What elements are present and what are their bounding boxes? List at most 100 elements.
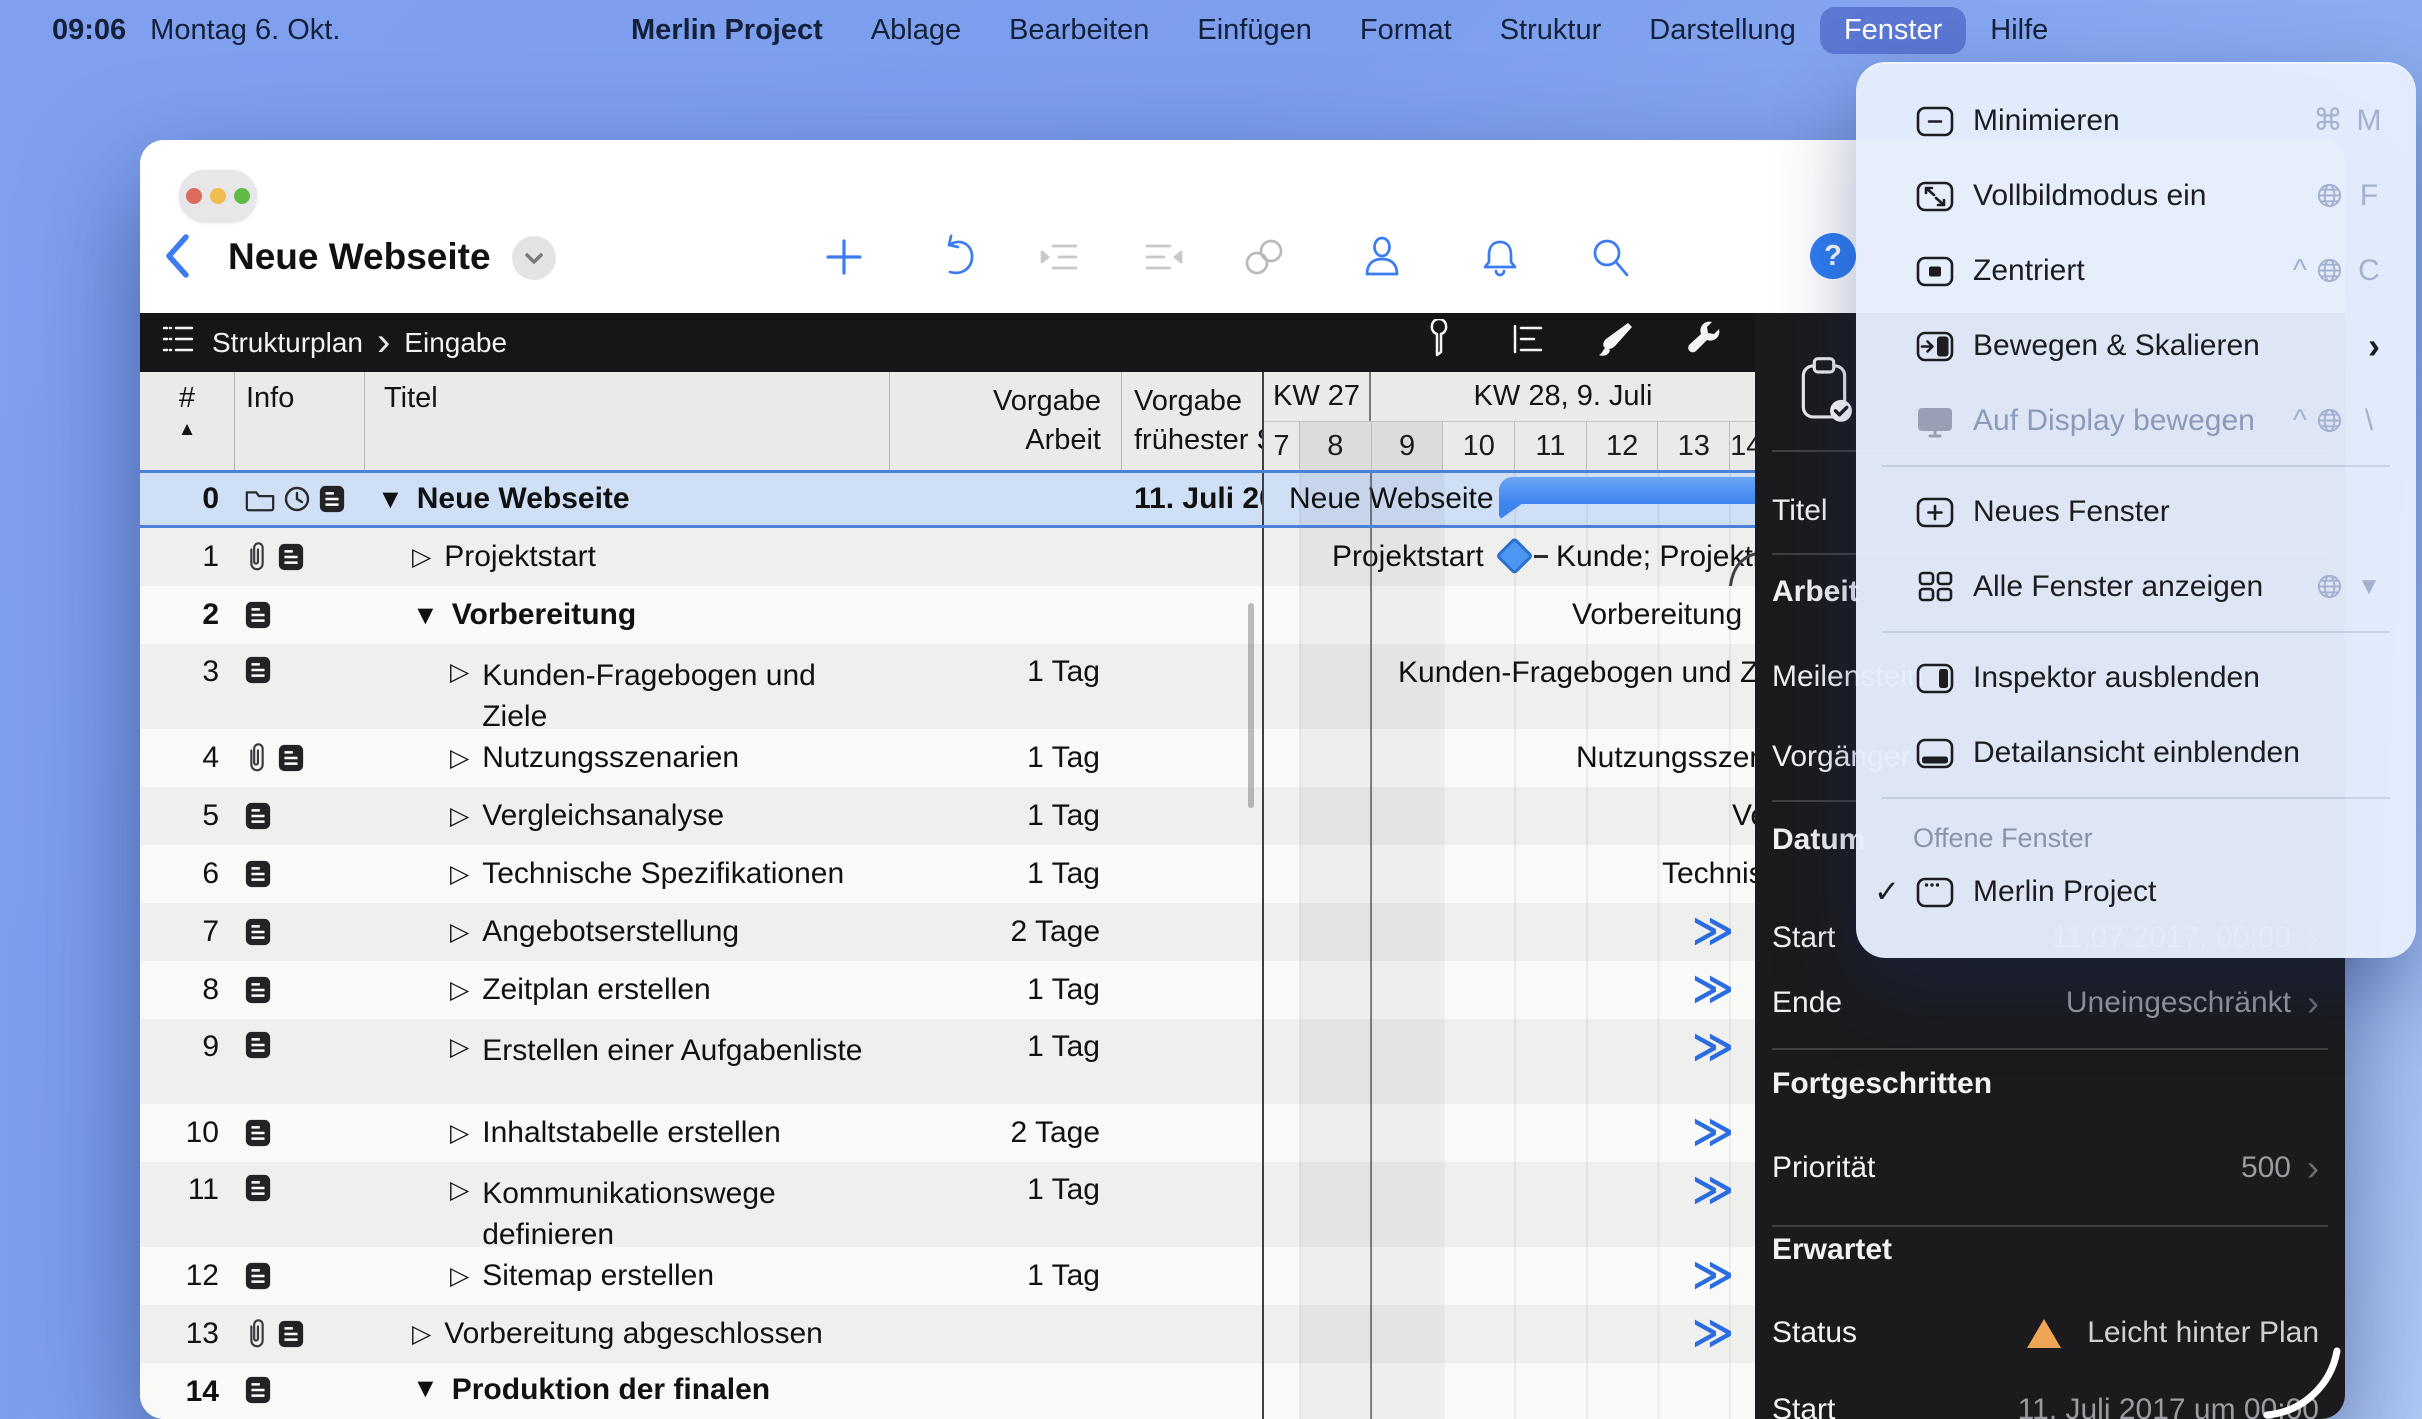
view-options-button[interactable] [1507, 319, 1547, 366]
page-curl-control[interactable] [2257, 1343, 2343, 1419]
help-button[interactable]: ? [1810, 233, 1856, 279]
gantt-offscreen-right-icon[interactable]: ≫ [1692, 1024, 1734, 1070]
resources-button[interactable] [1358, 233, 1406, 281]
menu-item-minimieren[interactable]: Minimieren ⌘M [1856, 83, 2416, 158]
column-header-number[interactable]: # ▲ [140, 372, 235, 470]
disclosure-expanded-icon[interactable]: ▼ [377, 484, 404, 515]
menu-struktur[interactable]: Struktur [1476, 7, 1626, 54]
row-title: Zeitplan erstellen [482, 973, 710, 1007]
column-header-title[interactable]: Titel [365, 372, 890, 470]
search-button[interactable] [1586, 233, 1634, 281]
note-icon [244, 1030, 272, 1060]
disclosure-collapsed-icon[interactable]: ▷ [450, 917, 469, 947]
table-row-projektstart[interactable]: 1 ▷ Projektstart Projektstart Kunde; Pro… [140, 528, 1755, 586]
disclosure-collapsed-icon[interactable]: ▷ [450, 859, 469, 889]
table-row-sitemap[interactable]: 12 ▷ Sitemap erstellen 1 Tag ≫ [140, 1247, 1755, 1305]
style-button[interactable] [1595, 319, 1635, 366]
menu-fenster[interactable]: Fenster [1820, 7, 1966, 54]
filter-button[interactable] [1419, 319, 1459, 366]
back-icon[interactable] [162, 232, 192, 285]
notifications-button[interactable] [1476, 233, 1524, 281]
disclosure-collapsed-icon[interactable]: ▷ [450, 743, 469, 773]
table-row-produktion[interactable]: 14 ▼ Produktion der finalen [140, 1363, 1755, 1419]
link-tasks-button[interactable] [1240, 233, 1288, 281]
view-options-icon [1507, 319, 1547, 359]
inspector-row-ende[interactable]: Ende Uneingeschränkt › [1772, 973, 2319, 1033]
menu-hilfe[interactable]: Hilfe [1966, 7, 2072, 54]
add-item-button[interactable] [820, 233, 868, 281]
menu-item-zentriert[interactable]: Zentriert ^ C [1856, 233, 2416, 308]
settings-button[interactable] [1683, 319, 1723, 366]
chevron-down-icon [527, 255, 541, 262]
menu-item-merlin-project-window[interactable]: ✓ Merlin Project [1856, 854, 2416, 929]
table-scrollbar-thumb[interactable] [1248, 603, 1254, 808]
menu-item-inspektor-ausblenden[interactable]: Inspektor ausblenden [1856, 640, 2416, 715]
menu-darstellung[interactable]: Darstellung [1625, 7, 1820, 54]
menu-ablage[interactable]: Ablage [847, 7, 985, 54]
menu-format[interactable]: Format [1336, 7, 1476, 54]
gantt-offscreen-right-icon[interactable]: ≫ [1692, 1167, 1734, 1213]
gantt-milestone-diamond[interactable] [1495, 537, 1533, 575]
menu-item-detailansicht-einblenden[interactable]: Detailansicht einblenden [1856, 715, 2416, 790]
table-row-vergleichsanalyse[interactable]: 5 ▷ Vergleichsanalyse 1 Tag Vergleichsan… [140, 787, 1755, 845]
gantt-offscreen-right-icon[interactable]: ≫ [1692, 1310, 1734, 1356]
indent-button[interactable] [1140, 233, 1188, 281]
inspector-row-start-expected[interactable]: Start 11. Juli 2017 um 00:00 [1772, 1380, 2319, 1419]
table-row-vorbereitung-abgeschlossen[interactable]: 13 ▷ Vorbereitung abgeschlossen ≫ [140, 1305, 1755, 1363]
disclosure-collapsed-icon[interactable]: ▷ [450, 975, 469, 1005]
table-row-aufgabenliste[interactable]: 9 ▷ Erstellen einer Aufgabenliste 1 Tag … [140, 1019, 1755, 1104]
down-arrow-key-icon: ▼ [2352, 573, 2386, 601]
menu-bearbeiten[interactable]: Bearbeiten [985, 7, 1173, 54]
column-header-earliest-start[interactable]: Vorgabefrühester S [1122, 372, 1262, 470]
zoom-window-button[interactable] [234, 188, 250, 204]
disclosure-expanded-icon[interactable]: ▼ [412, 1373, 439, 1404]
clipboard-check-icon[interactable] [1793, 355, 1855, 431]
undo-icon [933, 234, 979, 280]
dependency-line [1712, 552, 1755, 586]
disclosure-collapsed-icon[interactable]: ▷ [412, 542, 431, 572]
gantt-summary-bar[interactable] [1499, 477, 1755, 504]
disclosure-collapsed-icon[interactable]: ▷ [450, 1173, 469, 1208]
disclosure-collapsed-icon[interactable]: ▷ [450, 1030, 469, 1065]
table-row-project[interactable]: 0 ▼ Neue Webseite 11. Juli 20 Neue Webse… [140, 470, 1755, 528]
disclosure-collapsed-icon[interactable]: ▷ [450, 801, 469, 831]
menu-item-alle-fenster-anzeigen[interactable]: Alle Fenster anzeigen ▼ [1856, 549, 2416, 624]
table-row-kommunikationswege[interactable]: 11 ▷ Kommunikationswege definieren 1 Tag… [140, 1162, 1755, 1247]
outdent-button[interactable] [1035, 233, 1083, 281]
table-row-nutzungsszenarien[interactable]: 4 ▷ Nutzungsszenarien 1 Tag Nutzungsszen… [140, 729, 1755, 787]
undo-button[interactable] [932, 233, 980, 281]
gantt-offscreen-right-icon[interactable]: ≫ [1692, 1252, 1734, 1298]
table-row-kundenfragebogen[interactable]: 3 ▷ Kunden-Fragebogen und Ziele 1 Tag Ku… [140, 644, 1755, 729]
gantt-offscreen-right-icon[interactable]: ≫ [1692, 908, 1734, 954]
table-row-inhaltstabelle[interactable]: 10 ▷ Inhaltstabelle erstellen 2 Tage ≫ [140, 1104, 1755, 1162]
inspector-row-prioritaet[interactable]: Priorität 500 › [1772, 1138, 2319, 1198]
menu-item-bewegen-skalieren[interactable]: Bewegen & Skalieren › [1856, 308, 2416, 383]
disclosure-collapsed-icon[interactable]: ▷ [412, 1319, 431, 1349]
menu-item-vollbildmodus[interactable]: Vollbildmodus ein F [1856, 158, 2416, 233]
table-row-angebotserstellung[interactable]: 7 ▷ Angebotserstellung 2 Tage ≫ [140, 903, 1755, 961]
column-header-info[interactable]: Info [235, 372, 365, 470]
breadcrumb-view[interactable]: Strukturplan [212, 327, 363, 359]
minimize-window-button[interactable] [210, 188, 226, 204]
column-header-work[interactable]: VorgabeArbeit [890, 372, 1122, 470]
disclosure-collapsed-icon[interactable]: ▷ [450, 655, 469, 690]
gantt-offscreen-right-icon[interactable]: ≫ [1692, 1109, 1734, 1155]
title-dropdown-button[interactable] [512, 236, 556, 280]
gantt-day: 10 [1443, 422, 1515, 470]
disclosure-expanded-icon[interactable]: ▼ [412, 600, 439, 631]
gantt-milestone-label: Projektstart [1332, 540, 1484, 574]
gantt-offscreen-right-icon[interactable]: ≫ [1692, 966, 1734, 1012]
menu-item-neues-fenster[interactable]: Neues Fenster [1856, 474, 2416, 549]
disclosure-collapsed-icon[interactable]: ▷ [450, 1261, 469, 1291]
menu-einfuegen[interactable]: Einfügen [1173, 7, 1336, 54]
table-row-vorbereitung[interactable]: 2 ▼ Vorbereitung Vorbereitung [140, 586, 1755, 644]
gantt-day-weekend: 9 [1372, 422, 1444, 470]
gantt-timescale-header[interactable]: KW 27 KW 28, 9. Juli 7 8 9 10 11 12 13 1… [1262, 372, 1755, 470]
close-window-button[interactable] [186, 188, 202, 204]
breadcrumb-tab[interactable]: Eingabe [404, 327, 507, 359]
gantt-bar-label: Technische Spezifikationen [1662, 857, 1755, 891]
menu-app-name[interactable]: Merlin Project [607, 7, 847, 54]
disclosure-collapsed-icon[interactable]: ▷ [450, 1118, 469, 1148]
table-row-zeitplan-erstellen[interactable]: 8 ▷ Zeitplan erstellen 1 Tag ≫ [140, 961, 1755, 1019]
table-row-technische-spezifikationen[interactable]: 6 ▷ Technische Spezifikationen 1 Tag Tec… [140, 845, 1755, 903]
